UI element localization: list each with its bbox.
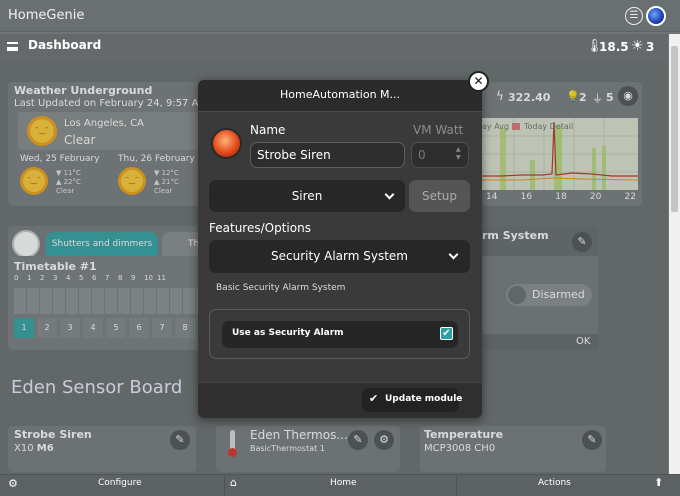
- app-title: HomeGenie: [8, 8, 85, 23]
- divider: [456, 474, 457, 496]
- light-value: 3: [646, 40, 655, 54]
- temperature-value: 18.5: [599, 40, 629, 54]
- app-bar: [0, 0, 680, 32]
- gear-icon[interactable]: ⚙: [8, 477, 18, 490]
- status-orb-icon[interactable]: [646, 6, 666, 26]
- security-alarm-checkbox[interactable]: ✔: [440, 327, 453, 340]
- siren-light-icon: [211, 128, 242, 159]
- update-module-label: Update module: [385, 394, 463, 404]
- page-title: Dashboard: [28, 38, 102, 52]
- feature-select[interactable]: Security Alarm System: [209, 240, 470, 273]
- feature-description: Basic Security Alarm System: [216, 283, 346, 293]
- sun-icon: ☀: [631, 38, 644, 54]
- divider: [224, 474, 225, 496]
- setup-button[interactable]: Setup: [409, 180, 470, 212]
- menu-icon[interactable]: [7, 42, 18, 51]
- filter-icon[interactable]: ☰: [625, 7, 643, 25]
- home-icon[interactable]: ⌂: [230, 476, 237, 489]
- stepper-icon[interactable]: ▲ ▼: [456, 146, 461, 162]
- feature-select-value: Security Alarm System: [271, 249, 408, 263]
- arrow-up-icon[interactable]: ⬆: [654, 476, 663, 489]
- actions-button[interactable]: Actions: [538, 478, 571, 488]
- type-select-value: Siren: [291, 189, 323, 203]
- checkbox-label: Use as Security Alarm: [232, 328, 344, 338]
- home-button[interactable]: Home: [330, 478, 357, 488]
- scrollbar-thumb[interactable]: [671, 46, 678, 212]
- name-label: Name: [250, 123, 286, 137]
- name-input[interactable]: Strobe Siren: [250, 142, 405, 168]
- check-icon: ✔: [369, 392, 379, 405]
- type-select[interactable]: Siren: [209, 180, 405, 212]
- configure-button[interactable]: Configure: [98, 478, 142, 488]
- close-icon[interactable]: ✕: [468, 71, 489, 92]
- dialog-title: HomeAutomation M...: [279, 88, 401, 101]
- vmwatt-label: VM Watt: [413, 123, 464, 137]
- features-label: Features/Options: [209, 221, 311, 235]
